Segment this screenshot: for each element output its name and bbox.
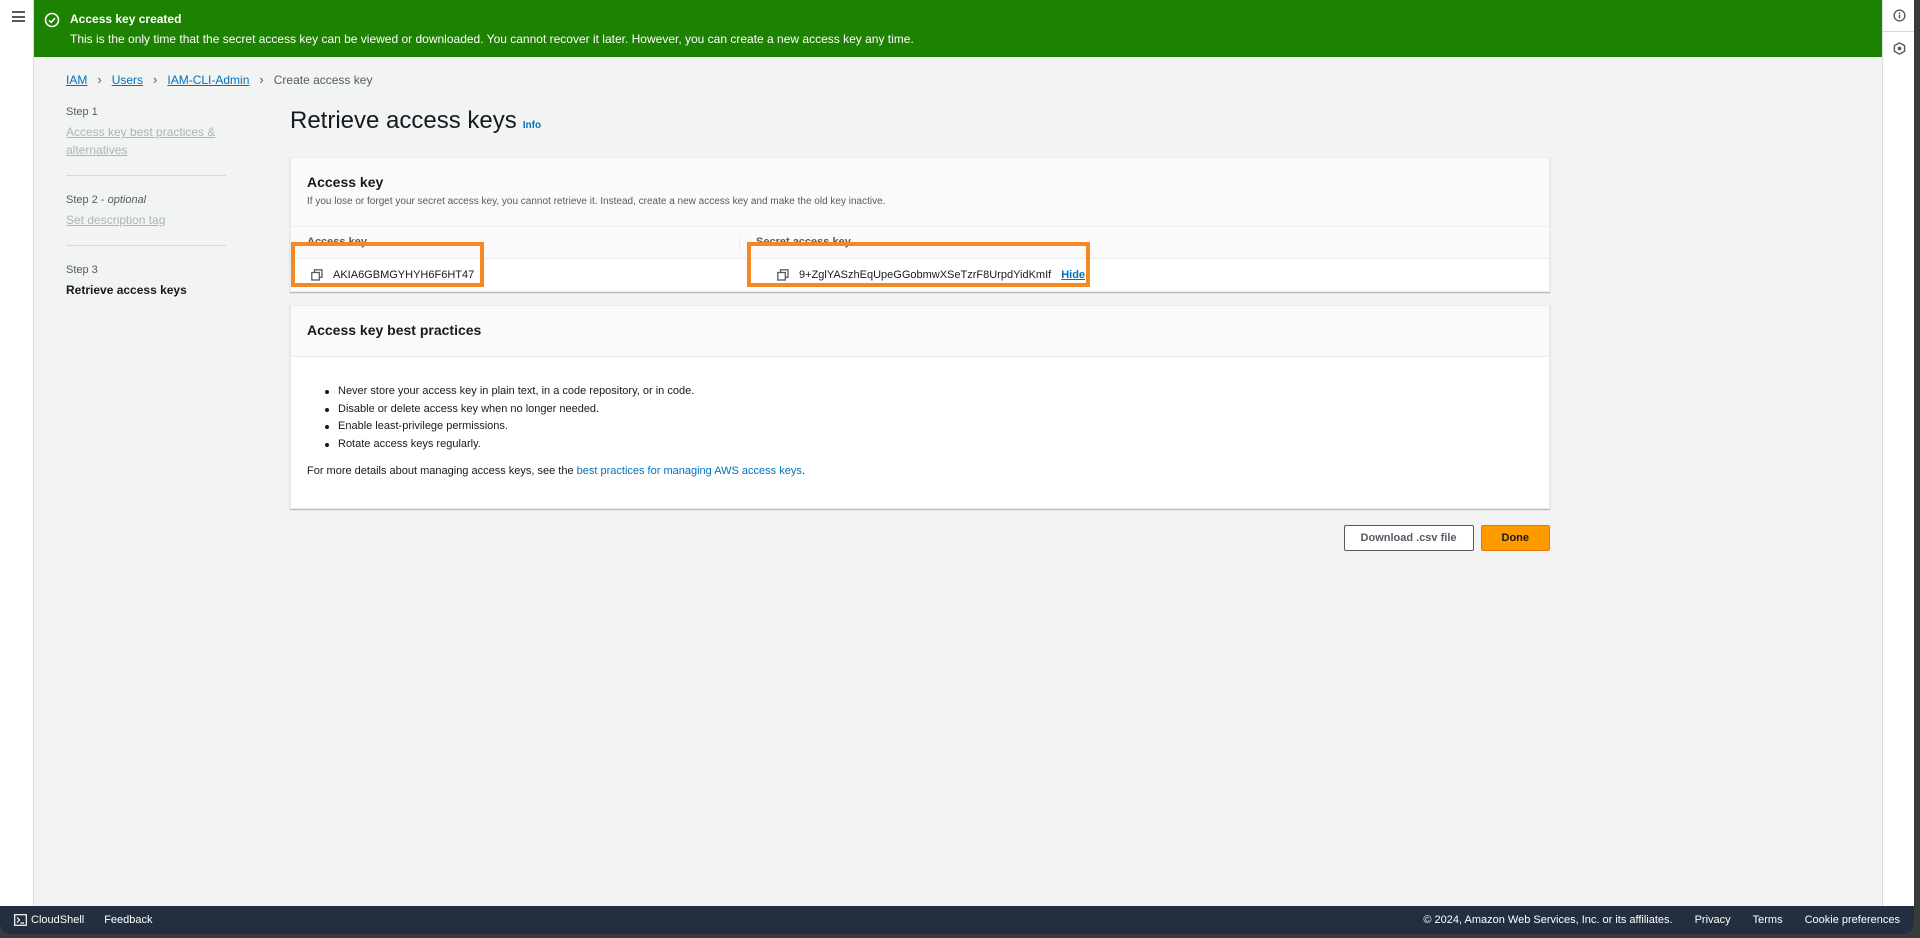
download-csv-button[interactable]: Download .csv file [1343, 525, 1474, 551]
column-access-key: Access key [307, 236, 367, 248]
terms-link[interactable]: Terms [1753, 914, 1783, 926]
step-number-text: Step 2 [66, 194, 98, 206]
wizard-step-1: Step 1 Access key best practices & alter… [66, 104, 226, 176]
list-item: Never store your access key in plain tex… [323, 383, 1533, 401]
cloudshell-label: CloudShell [31, 914, 85, 926]
form-actions: Download .csv file Done [290, 525, 1550, 551]
best-practices-panel: Access key best practices Never store yo… [290, 305, 1550, 509]
more-details-prefix: For more details about managing access k… [307, 465, 577, 477]
banner-title: Access key created [70, 12, 182, 26]
wizard-step-3: Step 3 Retrieve access keys [66, 262, 226, 315]
chevron-right-icon: › [97, 72, 102, 87]
access-key-cell: AKIA6GBMGYHYH6F6HT47 [291, 269, 739, 281]
breadcrumb-current: Create access key [273, 72, 373, 87]
panel-header: Access key best practices [291, 306, 1549, 357]
info-panel-button[interactable] [1883, 0, 1914, 32]
copy-icon[interactable] [777, 269, 789, 281]
privacy-link[interactable]: Privacy [1695, 914, 1731, 926]
page-title: Retrieve access keys Info [290, 106, 1550, 141]
chevron-right-icon: › [259, 72, 264, 87]
page-title-text: Retrieve access keys [290, 107, 517, 134]
hexagon-settings-icon [1893, 41, 1905, 55]
cookie-preferences-link[interactable]: Cookie preferences [1805, 914, 1900, 926]
step-link-description-tag[interactable]: Set description tag [66, 213, 165, 227]
key-values-row: AKIA6GBMGYHYH6F6HT47 9+ZglYASzhEqUpeGGob… [291, 259, 1549, 291]
key-columns-header: Access key Secret access key [291, 227, 1549, 259]
check-circle-icon [44, 12, 60, 28]
best-practices-list: Never store your access key in plain tex… [307, 383, 1533, 453]
list-item: Enable least-privilege permissions. [323, 418, 1533, 436]
banner-message: This is the only time that the secret ac… [70, 32, 914, 46]
chevron-right-icon: › [153, 72, 158, 87]
step-number: Step 1 [66, 106, 98, 118]
cloudshell-button[interactable]: CloudShell [14, 914, 84, 926]
right-tools-strip [1882, 0, 1914, 906]
panel-body: Never store your access key in plain tex… [291, 357, 1549, 508]
info-circle-icon [1892, 9, 1906, 22]
breadcrumb-iam[interactable]: IAM [66, 73, 87, 87]
step-current-label: Retrieve access keys [66, 283, 187, 297]
step-number: Step 3 [66, 264, 98, 276]
column-secret-access-key: Secret access key [739, 235, 1549, 251]
list-item: Disable or delete access key when no lon… [323, 401, 1533, 419]
panel-title: Access key [307, 174, 384, 190]
terminal-icon [14, 914, 27, 926]
wizard-steps: Step 1 Access key best practices & alter… [66, 104, 226, 331]
hide-secret-link[interactable]: Hide [1061, 269, 1085, 281]
breadcrumb-user[interactable]: IAM-CLI-Admin [167, 73, 249, 87]
panel-title: Access key best practices [307, 322, 482, 338]
wizard-step-2: Step 2 - optional Set description tag [66, 192, 226, 246]
feedback-link[interactable]: Feedback [104, 914, 152, 926]
main-content: Retrieve access keys Info Access key If … [290, 106, 1550, 551]
console-footer: CloudShell Feedback © 2024, Amazon Web S… [0, 906, 1914, 934]
secret-key-cell: 9+ZglYASzhEqUpeGGobmwXSeTzrF8UrpdYidKmIf… [739, 269, 1085, 281]
more-details-text: For more details about managing access k… [307, 463, 1533, 480]
more-details-suffix: . [801, 465, 805, 477]
step-link-best-practices[interactable]: Access key best practices & alternatives [66, 125, 215, 157]
secret-access-key-value: 9+ZglYASzhEqUpeGGobmwXSeTzrF8UrpdYidKmIf [799, 269, 1052, 281]
app-frame: Access key created This is the only time… [0, 0, 1914, 934]
step-number: Step 2 - optional [66, 194, 147, 206]
access-key-id-value: AKIA6GBMGYHYH6F6HT47 [333, 269, 475, 281]
done-button[interactable]: Done [1480, 525, 1550, 551]
breadcrumb: IAM › Users › IAM-CLI-Admin › Create acc… [66, 72, 372, 87]
hamburger-icon[interactable] [12, 11, 25, 22]
panel-description: If you lose or forget your secret access… [307, 196, 886, 207]
copy-icon[interactable] [311, 269, 323, 281]
best-practices-link[interactable]: best practices for managing AWS access k… [577, 465, 802, 477]
list-item: Rotate access keys regularly. [323, 436, 1533, 454]
access-key-panel: Access key If you lose or forget your se… [290, 157, 1550, 292]
step-optional-label: optional [107, 194, 147, 206]
info-link[interactable]: Info [523, 111, 541, 141]
breadcrumb-users[interactable]: Users [112, 73, 143, 87]
left-nav-strip [0, 0, 34, 906]
panel-header: Access key If you lose or forget your se… [291, 158, 1549, 227]
copyright-text: © 2024, Amazon Web Services, Inc. or its… [1423, 914, 1673, 926]
success-banner: Access key created This is the only time… [34, 0, 1882, 57]
settings-panel-button[interactable] [1883, 32, 1914, 64]
